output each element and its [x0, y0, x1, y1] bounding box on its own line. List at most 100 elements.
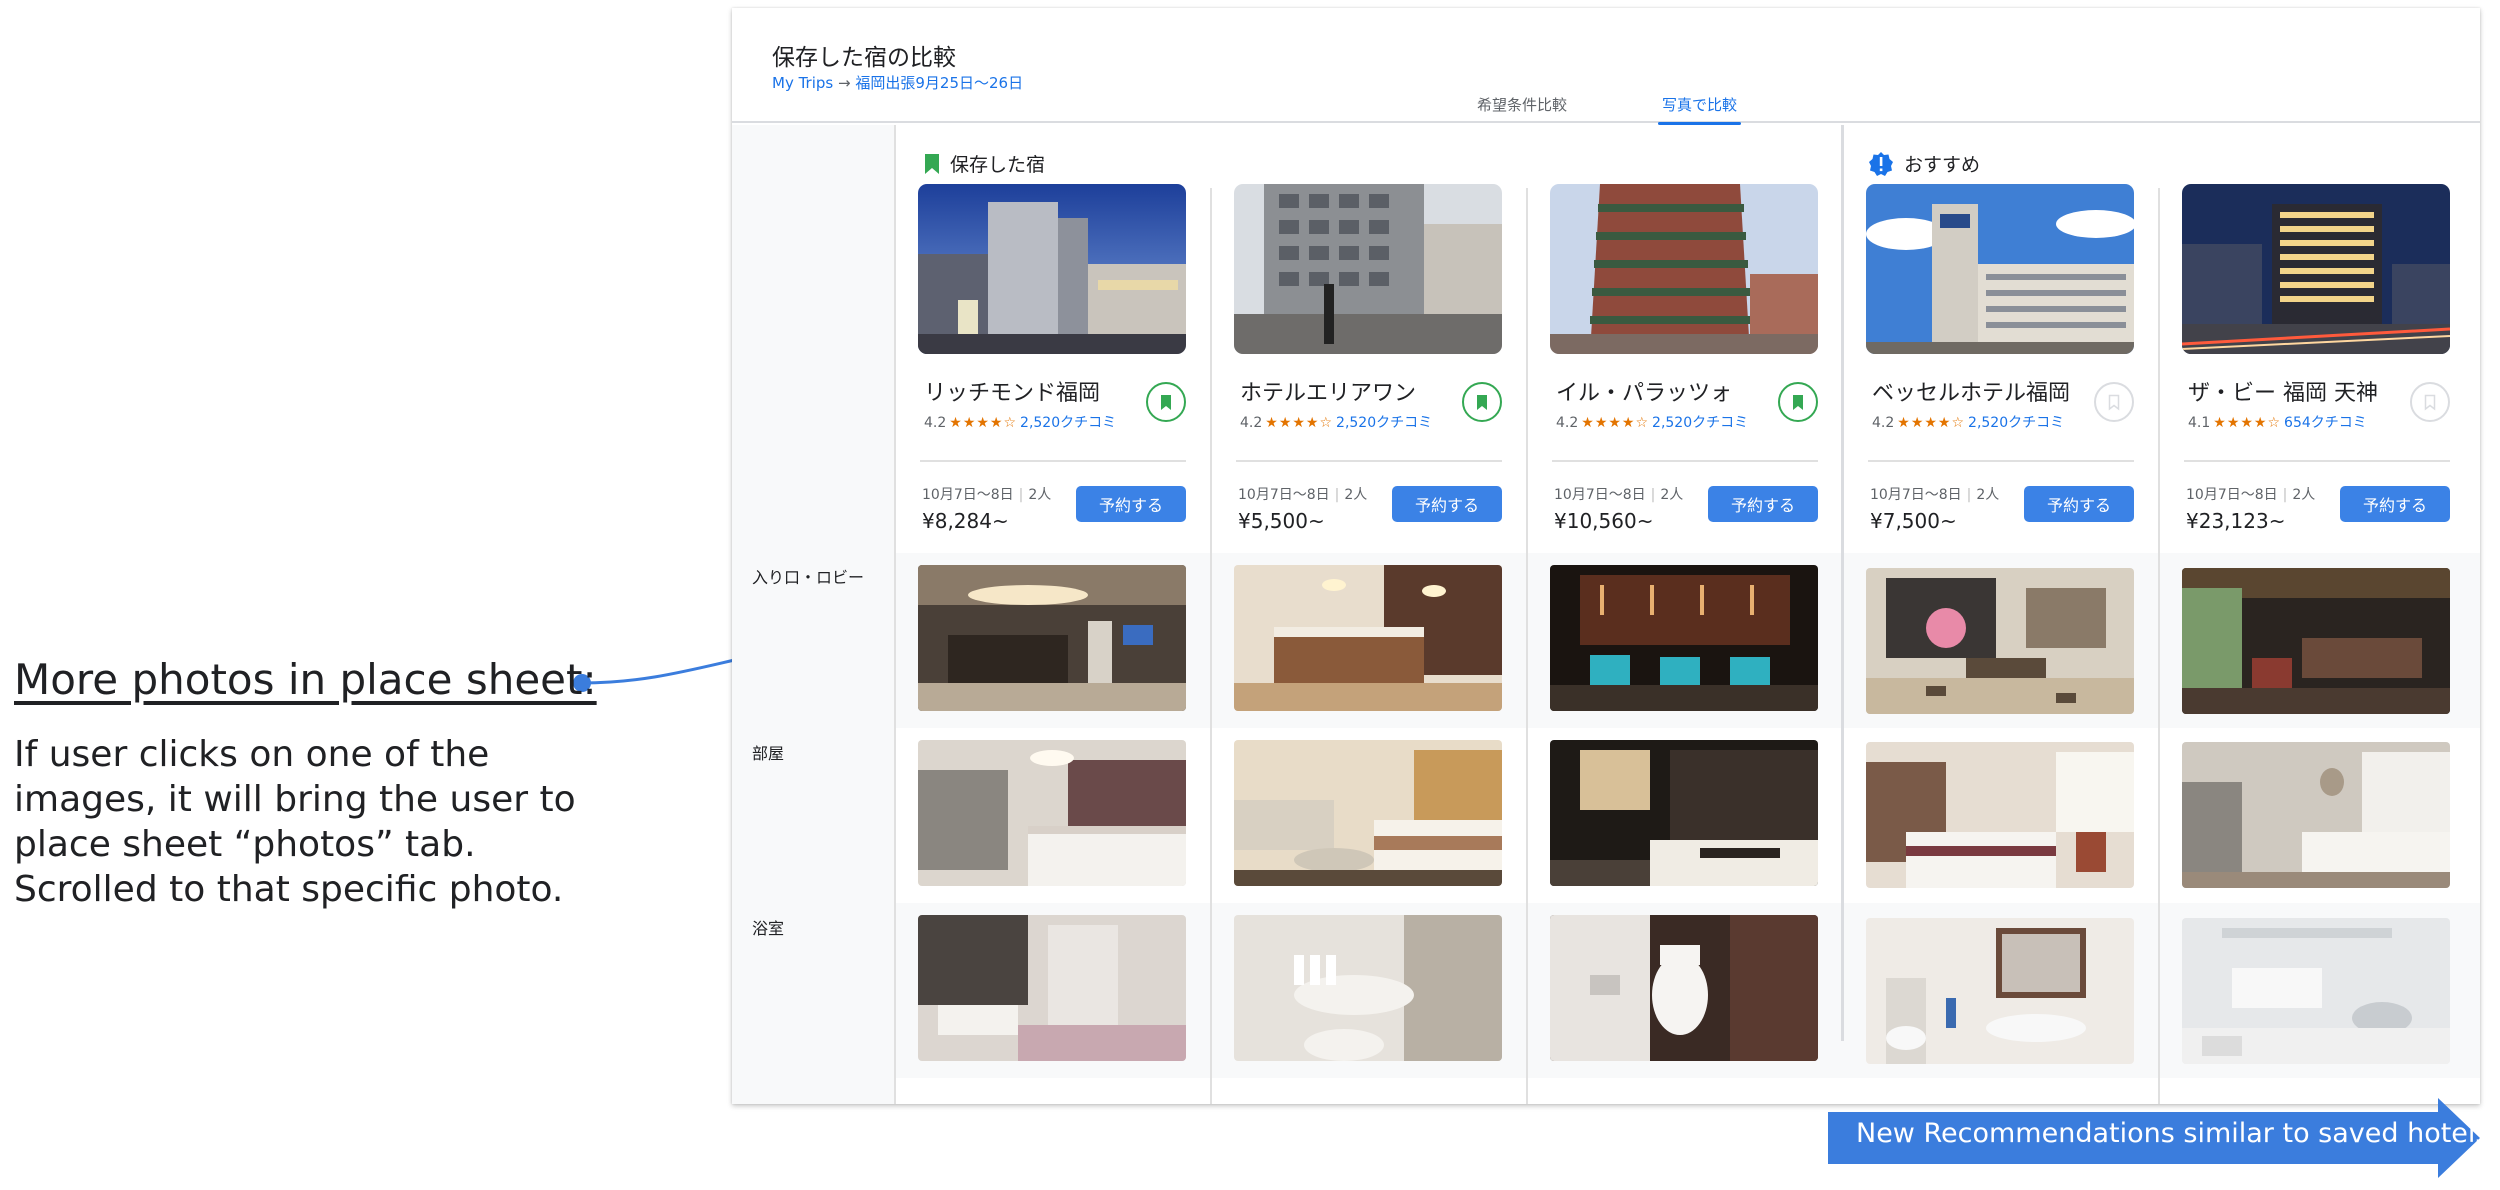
date-range: 10月7日〜8日 — [2186, 487, 2278, 503]
breadcrumb: My Trips → 福岡出張9月25日〜26日 — [772, 72, 1023, 93]
card-divider — [1868, 460, 2134, 462]
save-toggle-button[interactable] — [1778, 382, 1818, 422]
row-label-room: 部屋 — [752, 744, 785, 763]
review-count-link[interactable]: 2,520クチコミ — [1336, 415, 1432, 431]
review-count-link[interactable]: 2,520クチコミ — [1020, 415, 1116, 431]
book-button[interactable]: 予約する — [1076, 486, 1186, 522]
bathroom-photo[interactable] — [1550, 915, 1818, 1061]
book-button[interactable]: 予約する — [2340, 486, 2450, 522]
room-photo[interactable] — [1866, 742, 2134, 888]
bathroom-photo[interactable] — [1234, 915, 1502, 1061]
recommendation-badge-icon — [1869, 151, 1893, 176]
breadcrumb-trip[interactable]: 福岡出張9月25日〜26日 — [855, 74, 1023, 92]
save-toggle-button[interactable] — [1146, 382, 1186, 422]
breadcrumb-separator: → — [838, 74, 851, 92]
group-divider — [1841, 125, 1844, 1041]
hotel-name[interactable]: ホテルエリアワン — [1240, 375, 1416, 407]
bathroom-photo[interactable] — [2182, 918, 2450, 1064]
group-label-saved: 保存した宿 — [950, 154, 1046, 176]
comparison-screen: 保存した宿の比較 My Trips → 福岡出張9月25日〜26日 希望条件比較… — [732, 8, 2480, 1104]
star-rating-icon: ★★★★☆ — [1265, 415, 1334, 431]
date-range: 10月7日〜8日 — [1870, 487, 1962, 503]
hotel-name[interactable]: リッチモンド福岡 — [924, 375, 1100, 407]
guest-count: 2人 — [1976, 487, 2000, 503]
hotel-card: ホテルエリアワン 4.2 ★★★★☆ 2,520クチコミ 10月7日〜8日 | 2人 ¥… — [1234, 184, 1502, 533]
guest-count: 2人 — [1344, 487, 1368, 503]
rating-value: 4.2 — [1872, 415, 1895, 431]
price: ¥10,560~ — [1554, 509, 1654, 533]
stay-dates: 10月7日〜8日 | 2人 — [1870, 487, 2000, 503]
tab-condition-compare[interactable]: 希望条件比較 — [1477, 94, 1567, 121]
review-count-link[interactable]: 2,520クチコミ — [1968, 415, 2064, 431]
hotel-photo[interactable] — [2182, 184, 2450, 354]
hotel-card: イル・パラッツォ 4.2 ★★★★☆ 2,520クチコミ 10月7日〜8日 | 2人 ¥… — [1550, 184, 1818, 533]
hotel-name[interactable]: ザ・ビー 福岡 天神 — [2188, 375, 2378, 407]
save-toggle-button[interactable] — [2094, 382, 2134, 422]
bookmark-filled-icon — [1793, 394, 1803, 410]
room-photo[interactable] — [2182, 742, 2450, 888]
room-photo[interactable] — [918, 740, 1186, 886]
guest-count: 2人 — [2292, 487, 2316, 503]
lobby-photo[interactable] — [918, 565, 1186, 711]
tab-photo-compare[interactable]: 写真で比較 — [1657, 94, 1742, 125]
hotel-rating: 4.2 ★★★★☆ 2,520クチコミ — [1240, 412, 1432, 432]
stay-dates: 10月7日〜8日 | 2人 — [1554, 487, 1684, 503]
hotel-rating: 4.2 ★★★★☆ 2,520クチコミ — [1556, 412, 1748, 432]
lobby-photo[interactable] — [1550, 565, 1818, 711]
date-range: 10月7日〜8日 — [1554, 487, 1646, 503]
card-divider — [2184, 460, 2450, 462]
card-divider — [920, 460, 1186, 462]
bookmark-icon — [925, 153, 939, 174]
row-label-bathroom: 浴室 — [752, 919, 785, 938]
price: ¥23,123~ — [2186, 509, 2286, 533]
breadcrumb-my-trips[interactable]: My Trips — [772, 74, 833, 92]
hotel-photo[interactable] — [918, 184, 1186, 354]
hotel-photo[interactable] — [1234, 184, 1502, 354]
stay-dates: 10月7日〜8日 | 2人 — [1238, 487, 1368, 503]
hotel-rating: 4.1 ★★★★☆ 654クチコミ — [2188, 412, 2367, 432]
column-divider — [1526, 188, 1528, 1104]
rating-value: 4.2 — [924, 415, 947, 431]
room-photo[interactable] — [1234, 740, 1502, 886]
bathroom-photo[interactable] — [1866, 918, 2134, 1064]
date-range: 10月7日〜8日 — [922, 487, 1014, 503]
stay-dates: 10月7日〜8日 | 2人 — [2186, 487, 2316, 503]
star-rating-icon: ★★★★☆ — [949, 415, 1018, 431]
column-divider — [1210, 188, 1212, 1104]
bathroom-photo[interactable] — [918, 915, 1186, 1061]
book-button[interactable]: 予約する — [2024, 486, 2134, 522]
rating-value: 4.2 — [1556, 415, 1579, 431]
new-recommendations-banner: New Recommendations similar to saved hot… — [1856, 1118, 2490, 1149]
save-toggle-button[interactable] — [2410, 382, 2450, 422]
row-label-lobby: 入り口・ロビー — [752, 568, 865, 587]
hotel-card: ザ・ビー 福岡 天神 4.1 ★★★★☆ 654クチコミ 10月7日〜8日 | 2人 ¥… — [2182, 184, 2450, 533]
lobby-photo[interactable] — [1866, 568, 2134, 714]
lobby-photo[interactable] — [1234, 565, 1502, 711]
card-divider — [1552, 460, 1818, 462]
bookmark-filled-icon — [1477, 394, 1487, 410]
book-button[interactable]: 予約する — [1392, 486, 1502, 522]
star-rating-icon: ★★★★☆ — [2213, 415, 2282, 431]
review-count-link[interactable]: 2,520クチコミ — [1652, 415, 1748, 431]
book-button[interactable]: 予約する — [1708, 486, 1818, 522]
group-header-recommended: おすすめ — [1868, 150, 1980, 177]
guest-count: 2人 — [1028, 487, 1052, 503]
room-photo[interactable] — [1550, 740, 1818, 886]
hotel-name[interactable]: ベッセルホテル福岡 — [1872, 375, 2070, 407]
hotel-photo[interactable] — [1550, 184, 1818, 354]
column-divider — [2158, 188, 2160, 1104]
bookmark-filled-icon — [1161, 394, 1171, 410]
price: ¥5,500~ — [1238, 509, 1325, 533]
review-count-link[interactable]: 654クチコミ — [2284, 415, 2367, 431]
star-rating-icon: ★★★★☆ — [1581, 415, 1650, 431]
bookmark-outline-icon — [2424, 394, 2436, 411]
guest-count: 2人 — [1660, 487, 1684, 503]
hotel-rating: 4.2 ★★★★☆ 2,520クチコミ — [924, 412, 1116, 432]
hotel-name[interactable]: イル・パラッツォ — [1556, 375, 1732, 407]
page-title: 保存した宿の比較 — [772, 45, 956, 71]
hotel-photo[interactable] — [1866, 184, 2134, 354]
save-toggle-button[interactable] — [1462, 382, 1502, 422]
price: ¥8,284~ — [922, 509, 1009, 533]
lobby-photo[interactable] — [2182, 568, 2450, 714]
price: ¥7,500~ — [1870, 509, 1957, 533]
